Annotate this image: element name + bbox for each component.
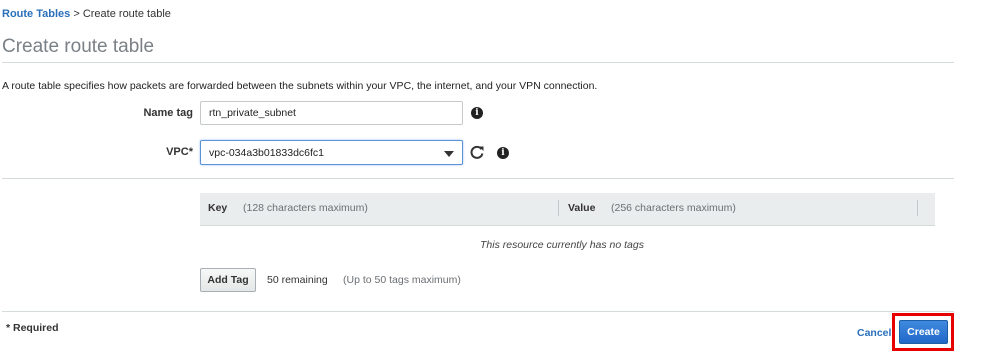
refresh-icon[interactable] (469, 144, 485, 160)
tags-table-header: Key (128 characters maximum) Value (256 … (200, 193, 935, 226)
vpc-select[interactable]: vpc-034a3b01833dc6fc1 (200, 140, 463, 165)
form-divider (2, 178, 954, 179)
column-divider[interactable] (558, 200, 559, 216)
required-note: * Required (6, 322, 59, 334)
name-tag-label: Name tag (143, 107, 193, 119)
add-tag-button[interactable]: Add Tag (200, 268, 256, 292)
column-divider[interactable] (917, 200, 918, 216)
breadcrumb-separator: > (73, 8, 80, 20)
cancel-button[interactable]: Cancel (857, 327, 891, 339)
breadcrumb: Route Tables > Create route table (2, 8, 171, 20)
info-icon[interactable]: i (497, 147, 509, 159)
tags-limit: (Up to 50 tags maximum) (343, 274, 461, 286)
vpc-select-value: vpc-034a3b01833dc6fc1 (209, 146, 325, 159)
breadcrumb-route-tables-link[interactable]: Route Tables (2, 8, 70, 20)
tags-value-header: Value (568, 202, 596, 214)
create-button[interactable]: Create (899, 320, 948, 344)
name-tag-input[interactable] (200, 101, 463, 125)
page-description: A route table specifies how packets are … (2, 80, 598, 92)
tags-remaining: 50 remaining (267, 274, 328, 286)
footer-divider (2, 311, 954, 312)
info-icon[interactable]: i (471, 107, 483, 119)
tags-empty-message: This resource currently has no tags (480, 239, 644, 251)
vpc-label: VPC* (166, 146, 193, 158)
chevron-down-icon (444, 151, 454, 157)
tags-value-hint: (256 characters maximum) (611, 202, 736, 214)
page-title: Create route table (2, 36, 155, 57)
title-divider (2, 62, 954, 63)
tags-key-header: Key (208, 202, 228, 214)
tags-key-hint: (128 characters maximum) (243, 202, 368, 214)
breadcrumb-current: Create route table (82, 8, 171, 20)
